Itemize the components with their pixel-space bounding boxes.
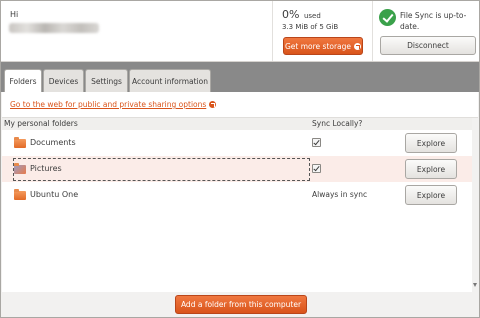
- tab-account-information[interactable]: Account information: [129, 69, 211, 92]
- vertical-scrollbar[interactable]: [472, 118, 478, 292]
- folders-panel: Go to the web for public and private sha…: [2, 92, 478, 292]
- pictures-folder-icon: [14, 163, 26, 174]
- folder-row-pictures[interactable]: Pictures Explore: [2, 156, 478, 182]
- storage-usage-panel: 0% used 3.3 MiB of 5 GiB Get more storag…: [272, 1, 372, 61]
- always-in-sync-text: Always in sync: [312, 190, 368, 199]
- sync-status-panel: File Sync is up-to-date. Disconnect: [372, 1, 480, 61]
- tab-folders[interactable]: Folders: [4, 69, 42, 93]
- folder-table-header: My personal folders Sync Locally?: [2, 117, 478, 131]
- folder-row-ubuntu-one[interactable]: Ubuntu One Always in sync Explore: [2, 182, 478, 208]
- sync-status-text: File Sync is up-to-date.: [400, 11, 467, 31]
- explore-button[interactable]: Explore: [405, 133, 457, 153]
- column-header-folders: My personal folders: [4, 119, 78, 128]
- tab-settings[interactable]: Settings: [85, 69, 128, 92]
- usage-percent-suffix: used: [303, 12, 321, 20]
- folder-row-documents[interactable]: Documents Explore: [2, 130, 478, 156]
- sync-ok-icon: [379, 9, 396, 26]
- usage-detail: 3.3 MiB of 5 GiB: [282, 23, 339, 31]
- add-folder-button[interactable]: Add a folder from this computer: [175, 295, 307, 314]
- folder-icon: [14, 137, 26, 148]
- folder-name: Pictures: [30, 164, 62, 173]
- scroll-down-arrow-icon[interactable]: [473, 283, 477, 287]
- usage-percent: 0% used: [282, 8, 321, 21]
- explore-button[interactable]: Explore: [405, 185, 457, 205]
- sync-locally-checkbox[interactable]: [312, 138, 321, 147]
- folder-name: Documents: [30, 138, 76, 147]
- explore-button[interactable]: Explore: [405, 159, 457, 179]
- external-link-icon: [354, 42, 362, 50]
- get-more-storage-label: Get more storage: [284, 41, 352, 51]
- account-header: Hi 0% used 3.3 MiB of 5 GiB Get more sto…: [1, 1, 479, 62]
- web-sharing-link[interactable]: Go to the web for public and private sha…: [10, 100, 217, 109]
- disconnect-button[interactable]: Disconnect: [380, 36, 476, 55]
- control-panel-window: Hi 0% used 3.3 MiB of 5 GiB Get more sto…: [0, 0, 480, 318]
- sync-locally-checkbox[interactable]: [312, 164, 321, 173]
- web-sharing-link-text: Go to the web for public and private sha…: [10, 100, 207, 109]
- tab-bar: Folders Devices Settings Account informa…: [1, 62, 479, 93]
- greeting-text: Hi: [10, 10, 19, 19]
- tab-devices[interactable]: Devices: [43, 69, 84, 92]
- usage-percent-value: 0%: [282, 8, 300, 21]
- folder-name: Ubuntu One: [30, 190, 79, 199]
- column-header-sync: Sync Locally?: [312, 119, 363, 128]
- folder-icon: [14, 189, 26, 200]
- get-more-storage-button[interactable]: Get more storage: [283, 37, 363, 55]
- external-link-icon: [209, 101, 217, 108]
- footer-bar: Add a folder from this computer: [1, 293, 479, 317]
- redacted-user-name: [9, 23, 99, 33]
